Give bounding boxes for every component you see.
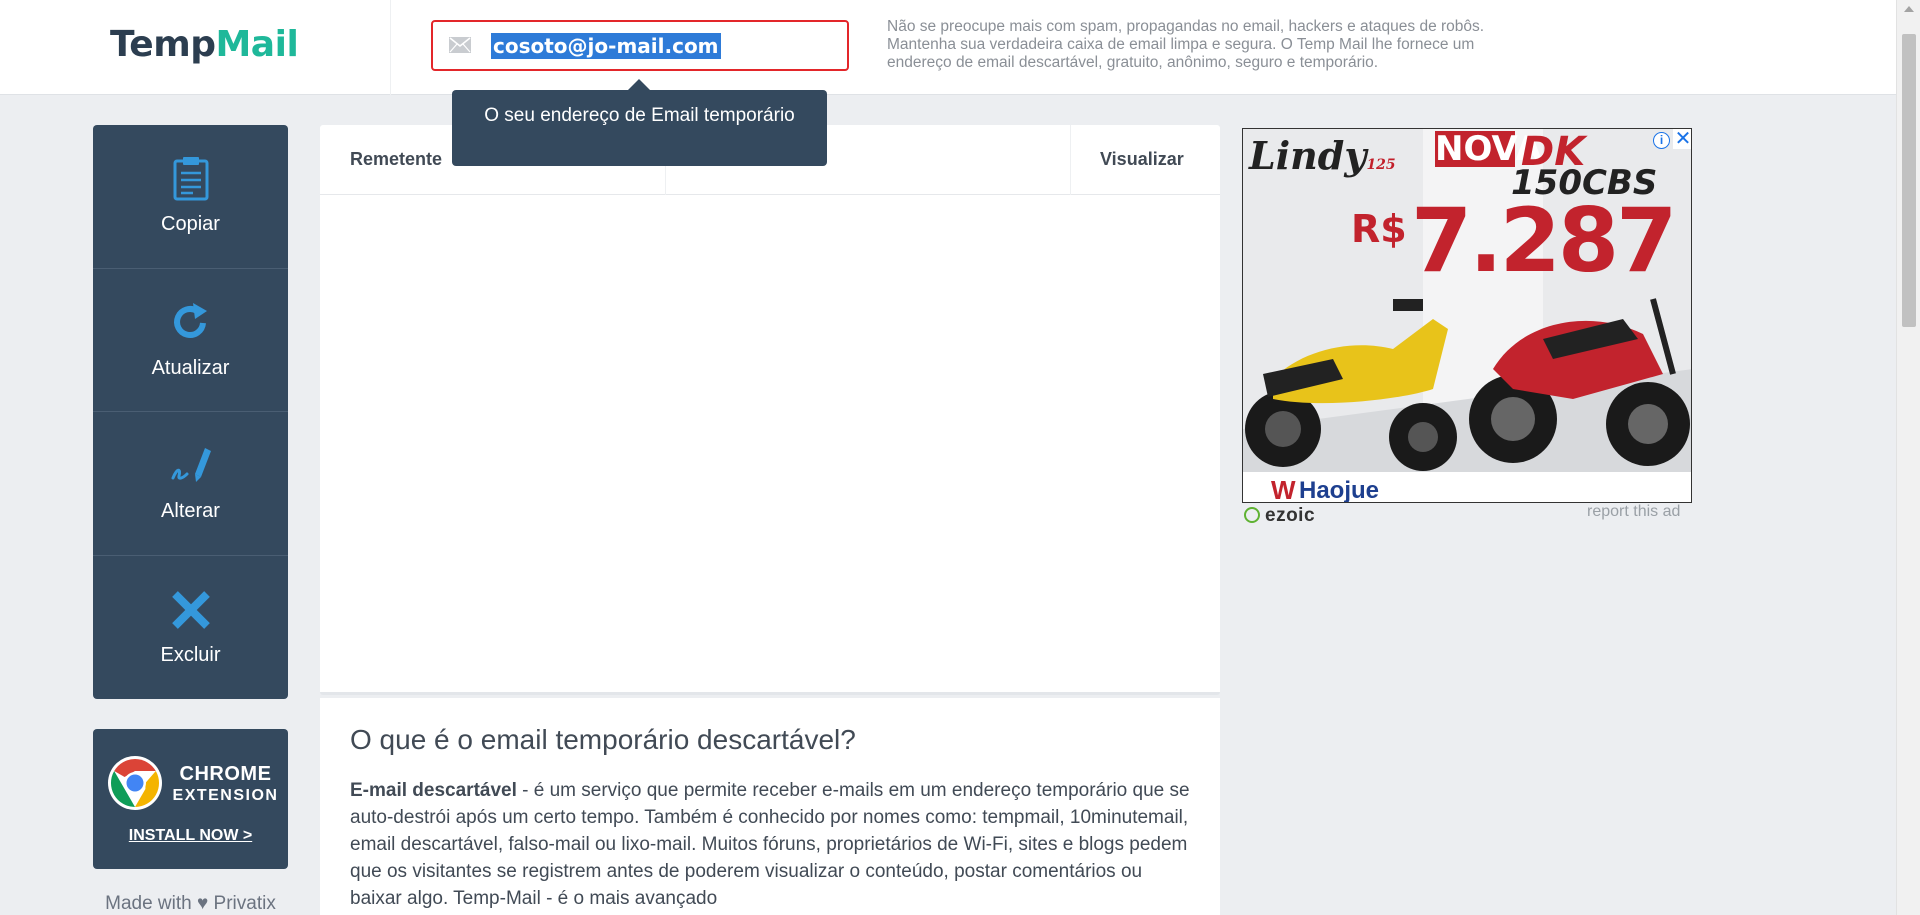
- about-title: O que é o email temporário descartável?: [350, 724, 856, 755]
- envelope-icon: [449, 37, 471, 53]
- ad-nova-badge: NOVA: [1435, 129, 1542, 169]
- advertisement[interactable]: Lindy125 NOVA DK 150CBS R$ 7.287 W Haoju…: [1242, 128, 1692, 503]
- chrome-extension-banner[interactable]: CHROME EXTENSION INSTALL NOW >: [93, 729, 288, 869]
- ad-price: 7.287: [1411, 189, 1677, 292]
- made-with-credit[interactable]: Made with ♥ Privatix: [93, 893, 288, 915]
- report-ad-link[interactable]: report this ad: [1587, 503, 1680, 521]
- ad-currency: R$: [1351, 207, 1407, 251]
- ad-brand: Lindy125: [1249, 133, 1396, 178]
- delete-label: Excluir: [160, 643, 221, 666]
- close-icon[interactable]: ✕: [1673, 129, 1691, 149]
- copy-label: Copiar: [161, 213, 220, 235]
- clipboard-icon: [173, 157, 209, 201]
- refresh-label: Atualizar: [151, 356, 230, 379]
- inbox-panel: Remetente Visualizar: [320, 125, 1220, 695]
- haojue-logo-icon: W: [1271, 475, 1296, 503]
- scroll-up-arrow-icon[interactable]: [1904, 6, 1914, 12]
- action-sidebar: Copiar Atualizar Alterar Excluir: [93, 125, 288, 699]
- about-section: O que é o email temporário descartável? …: [320, 698, 1220, 915]
- edit-pen-icon: [171, 448, 211, 482]
- header-divider: [390, 0, 391, 95]
- change-button[interactable]: Alterar: [93, 412, 288, 556]
- email-address-box[interactable]: cosoto@jo-mail.com: [431, 20, 849, 71]
- about-text: E-mail descartável - é um serviço que pe…: [350, 777, 1195, 912]
- chrome-subtitle: EXTENSION: [172, 787, 279, 804]
- ezoic-label[interactable]: ezoic: [1244, 505, 1315, 527]
- chrome-title: CHROME: [179, 763, 272, 785]
- column-view: Visualizar: [1100, 149, 1184, 169]
- page-scrollbar[interactable]: [1896, 0, 1920, 915]
- change-label: Alterar: [161, 500, 220, 522]
- logo[interactable]: TempMail: [110, 24, 299, 65]
- refresh-button[interactable]: Atualizar: [93, 269, 288, 412]
- refresh-icon: [174, 302, 207, 338]
- chrome-logo-icon: [108, 756, 162, 810]
- delete-button[interactable]: Excluir: [93, 556, 288, 700]
- email-address-text[interactable]: cosoto@jo-mail.com: [491, 33, 721, 59]
- scroll-thumb[interactable]: [1902, 34, 1916, 327]
- copy-button[interactable]: Copiar: [93, 125, 288, 269]
- header-description: Não se preocupe mais com spam, propagand…: [887, 18, 1485, 71]
- ad-maker: Haojue: [1299, 477, 1380, 503]
- delete-x-icon: [172, 590, 210, 629]
- about-lead: E-mail descartável: [350, 780, 517, 801]
- motorcycles-image: [1245, 298, 1690, 471]
- header: TempMail cosoto@jo-mail.com Não se preoc…: [0, 0, 1896, 95]
- email-tooltip: O seu endereço de Email temporário: [452, 79, 827, 166]
- column-divider: [1070, 125, 1071, 195]
- ezoic-logo-icon: [1244, 507, 1260, 523]
- column-sender: Remetente: [350, 149, 443, 169]
- info-icon[interactable]: i: [1653, 132, 1670, 149]
- install-now-link[interactable]: INSTALL NOW >: [93, 827, 288, 845]
